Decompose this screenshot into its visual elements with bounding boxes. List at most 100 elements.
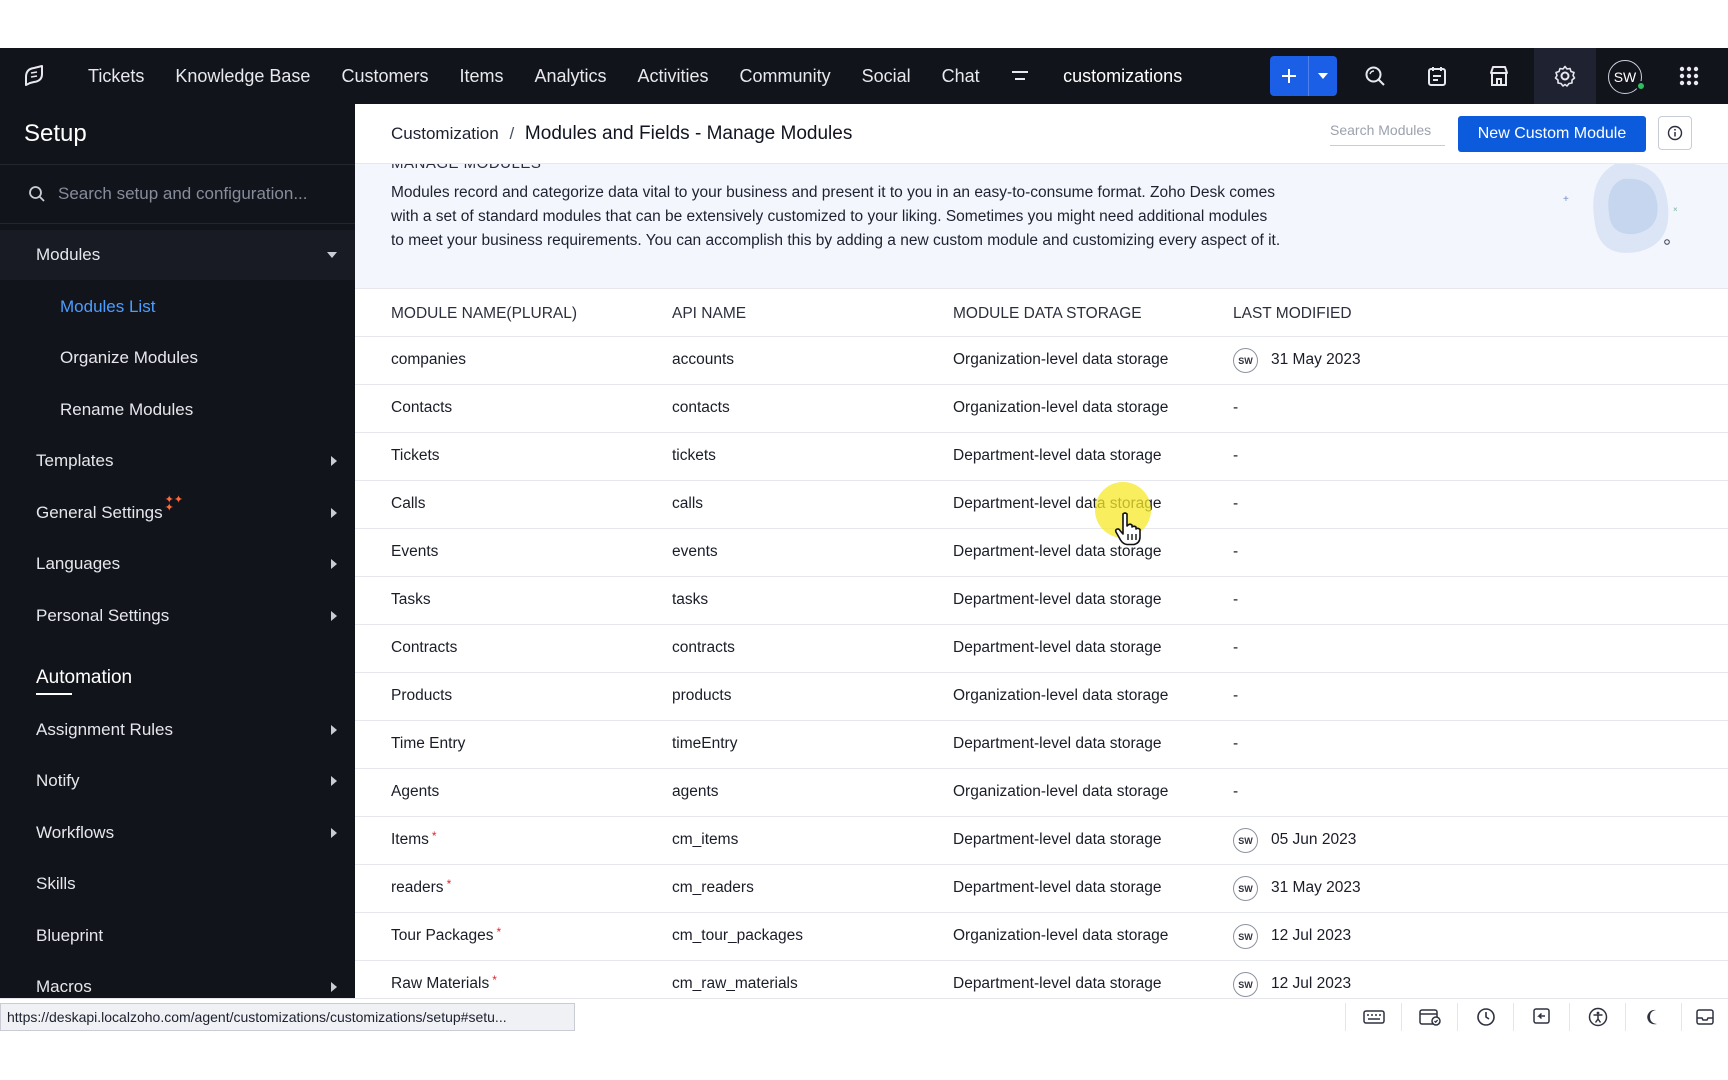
table-row[interactable]: Contacts contacts Organization-level data …: [355, 385, 1728, 433]
search-icon[interactable]: [1344, 48, 1406, 104]
new-custom-module-button[interactable]: New Custom Module: [1458, 116, 1646, 152]
desk-logo-icon[interactable]: [0, 48, 68, 104]
sidebar-item-label: Organize Modules: [60, 348, 198, 367]
module-name-cell[interactable]: companies: [391, 351, 466, 369]
notes-icon[interactable]: [1406, 48, 1468, 104]
table-row[interactable]: Time Entry timeEntry Department-level data…: [355, 721, 1728, 769]
reply-icon[interactable]: [1513, 1003, 1569, 1031]
api-name-cell: tasks: [672, 591, 709, 608]
bottom-status-bar: https://deskapi.localzoho.com/agent/cust…: [0, 998, 1728, 1034]
module-name-cell[interactable]: Tasks: [391, 591, 431, 609]
tab-customers[interactable]: Customers: [326, 48, 444, 104]
api-name-cell: tickets: [672, 447, 716, 464]
table-row[interactable]: readers * cm_readers Department-level data …: [355, 865, 1728, 913]
module-name-cell[interactable]: Contacts: [391, 399, 452, 417]
tab-tickets[interactable]: Tickets: [68, 48, 160, 104]
keyboard-icon[interactable]: [1345, 1003, 1401, 1031]
add-icon[interactable]: [1270, 56, 1308, 96]
add-dropdown-icon[interactable]: [1308, 56, 1337, 96]
table-row[interactable]: Tickets tickets Department-level data stor…: [355, 433, 1728, 481]
search-modules-input[interactable]: Search Modules: [1330, 116, 1445, 146]
tab-activities[interactable]: Activities: [622, 48, 724, 104]
module-name-cell[interactable]: Time Entry: [391, 735, 465, 753]
info-icon[interactable]: [1658, 116, 1692, 150]
last-modified-cell: 12 Jul 2023: [1271, 975, 1352, 992]
marketplace-icon[interactable]: [1468, 48, 1530, 104]
module-name-cell[interactable]: Agents: [391, 783, 439, 801]
module-name-cell[interactable]: Contracts: [391, 639, 457, 657]
module-name-cell[interactable]: Items *: [391, 829, 437, 849]
setup-search-input[interactable]: Search setup and configuration...: [0, 164, 355, 224]
data-storage-cell: Department-level data storage: [953, 975, 1162, 992]
table-row[interactable]: Products products Organization-level data …: [355, 673, 1728, 721]
last-modified-cell: -: [1233, 783, 1239, 800]
banner-description: Modules record and categorize data vital…: [391, 184, 1281, 249]
table-row[interactable]: Calls calls Department-level data storage -: [355, 481, 1728, 529]
apps-grid-icon[interactable]: [1658, 48, 1720, 104]
calendar-check-icon[interactable]: [1401, 1003, 1457, 1031]
sidebar-item-label: Assignment Rules: [36, 720, 174, 739]
department-switcher[interactable]: customizations: [1045, 48, 1200, 104]
page-title: Modules and Fields - Manage Modules: [524, 123, 853, 144]
sidebar-item-workflows[interactable]: Workflows: [0, 808, 355, 858]
sidebar-item-label: Modules List: [60, 297, 156, 316]
data-storage-cell: Department-level data storage: [953, 639, 1162, 656]
table-row[interactable]: Raw Materials * cm_raw_materials Department…: [355, 961, 1728, 998]
caret-right-icon: [331, 776, 337, 786]
last-modified-cell: -: [1233, 495, 1239, 512]
module-name-cell[interactable]: Products: [391, 687, 452, 705]
custom-module-marker: *: [446, 877, 452, 891]
data-storage-cell: Department-level data storage: [953, 879, 1162, 896]
breadcrumb-customization-link[interactable]: Customization: [391, 124, 499, 143]
sidebar-item-personal-settings[interactable]: Personal Settings: [0, 591, 355, 641]
caret-right-icon: [331, 508, 337, 518]
module-name-cell[interactable]: Events: [391, 543, 438, 561]
module-name-cell[interactable]: Raw Materials *: [391, 973, 497, 993]
module-name: Calls: [391, 495, 426, 512]
data-storage-cell: Organization-level data storage: [953, 783, 1169, 800]
tray-icon[interactable]: [1681, 1003, 1728, 1031]
table-row[interactable]: Tour Packages * cm_tour_packages Organizati…: [355, 913, 1728, 961]
table-row[interactable]: Contracts contracts Department-level data …: [355, 625, 1728, 673]
data-storage-cell: Department-level data storage: [953, 831, 1162, 848]
module-name-cell[interactable]: Calls: [391, 495, 425, 513]
sidebar-item-templates[interactable]: Templates: [0, 436, 355, 486]
table-row[interactable]: Items * cm_items Department-level data stor…: [355, 817, 1728, 865]
tab-knowledge-base[interactable]: Knowledge Base: [160, 48, 326, 104]
tab-chat[interactable]: Chat: [926, 48, 995, 104]
sidebar-title: Setup: [24, 120, 87, 147]
sparkle-icon: ✦✦ ✦: [164, 494, 184, 514]
sidebar-item-label: Skills: [36, 874, 76, 893]
sidebar-item-assignment-rules[interactable]: Assignment Rules: [0, 705, 355, 755]
tab-community[interactable]: Community: [724, 48, 846, 104]
sidebar-item-blueprint[interactable]: Blueprint: [0, 911, 355, 961]
last-modified-cell: 31 May 2023: [1271, 351, 1361, 368]
sidebar-item-organize-modules[interactable]: Organize Modules: [0, 333, 355, 383]
module-name: Products: [391, 687, 453, 704]
tab-social[interactable]: Social: [846, 48, 926, 104]
module-name-cell[interactable]: Tour Packages *: [391, 925, 501, 945]
sidebar-item-languages[interactable]: Languages: [0, 539, 355, 589]
sidebar-item-modules[interactable]: Modules: [0, 230, 355, 280]
sidebar-item-notify[interactable]: Notify: [0, 756, 355, 806]
last-modified-cell: -: [1233, 543, 1239, 560]
table-row[interactable]: companies accounts Organization-level data…: [355, 337, 1728, 385]
more-tabs-icon[interactable]: [995, 48, 1045, 104]
table-row[interactable]: Events events Department-level data storag…: [355, 529, 1728, 577]
tab-items[interactable]: Items: [444, 48, 519, 104]
sidebar-item-modules-list[interactable]: Modules List: [0, 282, 355, 332]
table-row[interactable]: Tasks tasks Department-level data storage -: [355, 577, 1728, 625]
modified-by-avatar: SW: [1233, 876, 1258, 901]
sidebar-item-rename-modules[interactable]: Rename Modules: [0, 385, 355, 435]
tab-analytics[interactable]: Analytics: [519, 48, 622, 104]
dark-mode-moon-icon[interactable]: [1625, 1003, 1681, 1031]
sidebar-item-general-settings[interactable]: General Settings ✦✦ ✦: [0, 488, 355, 538]
clock-icon[interactable]: [1457, 1003, 1513, 1031]
settings-gear-icon[interactable]: [1534, 48, 1596, 104]
module-name-cell[interactable]: readers *: [391, 877, 452, 897]
sidebar-item-macros[interactable]: Macros: [0, 962, 355, 998]
sidebar-item-skills[interactable]: Skills: [0, 859, 355, 909]
table-row[interactable]: Agents agents Organization-level data stor…: [355, 769, 1728, 817]
accessibility-icon[interactable]: [1569, 1003, 1625, 1031]
module-name-cell[interactable]: Tickets: [391, 447, 440, 465]
